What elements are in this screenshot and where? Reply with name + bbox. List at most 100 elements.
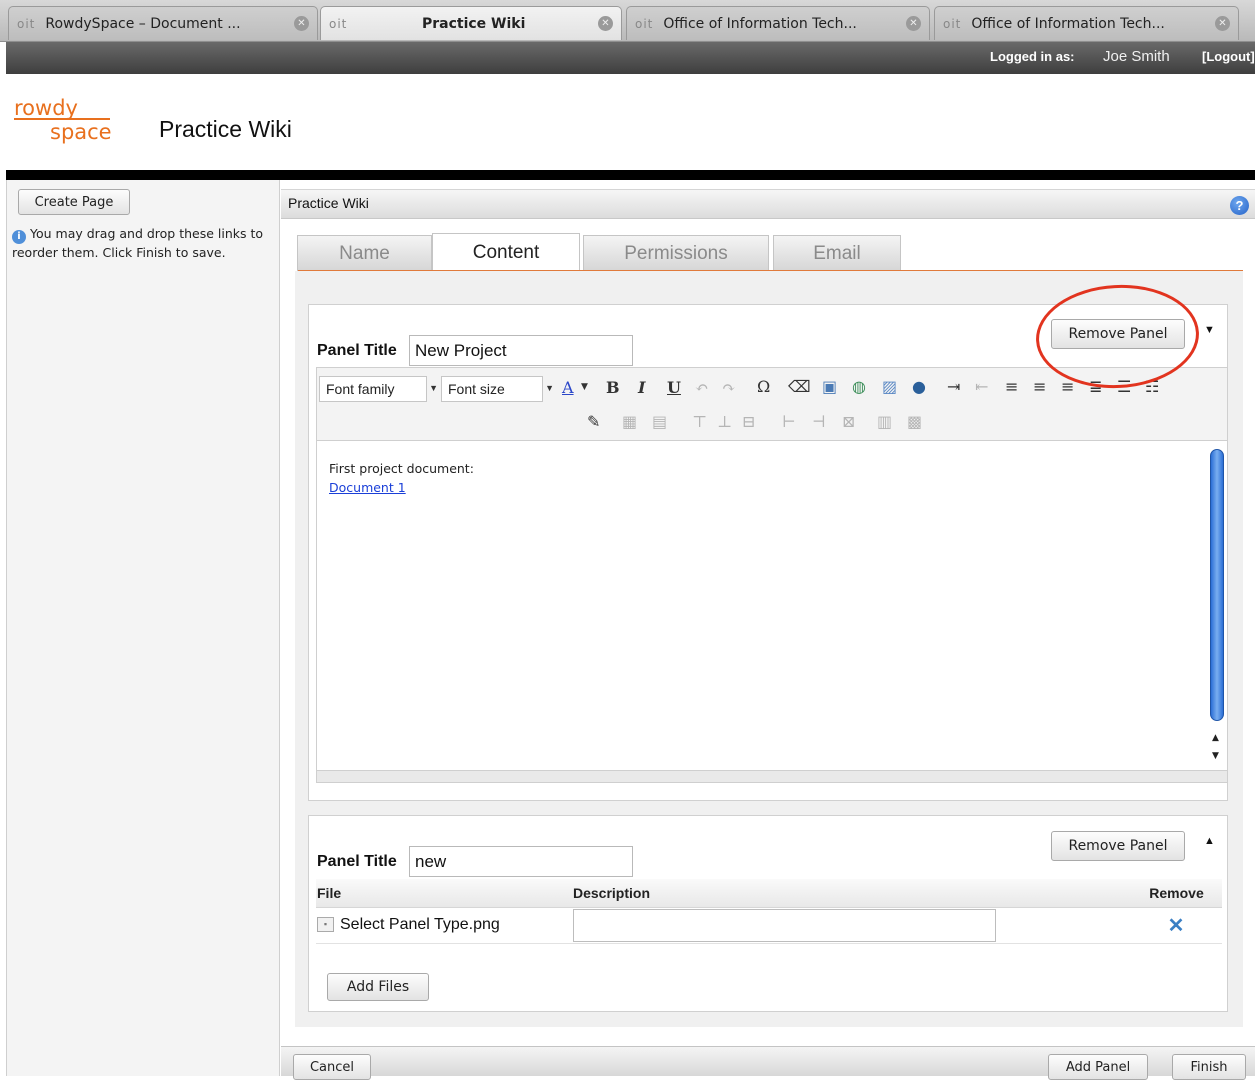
document-link[interactable]: Document 1 [329, 480, 406, 495]
align-center-icon[interactable]: ≡ [1033, 377, 1046, 396]
logo-text-bottom: space [50, 120, 112, 144]
outdent-icon[interactable]: ⇤ [975, 377, 988, 396]
delete-row-icon[interactable]: ⊟ [742, 412, 755, 431]
add-files-button[interactable]: Add Files [327, 973, 429, 1001]
text-color-arrow-icon[interactable]: ▼ [581, 382, 588, 392]
col-after-icon[interactable]: ⊣ [812, 412, 826, 431]
remove-cell: ✕ [1130, 907, 1222, 944]
user-bar: Logged in as: Joe Smith [Logout] [6, 42, 1255, 74]
delete-col-icon[interactable]: ⊠ [842, 412, 855, 431]
rowdyspace-logo[interactable]: rowdy space [14, 96, 112, 146]
image-file-icon: ▪ [317, 917, 334, 932]
align-right-icon[interactable]: ≡ [1061, 377, 1074, 396]
column-header-remove: Remove [1130, 879, 1222, 908]
split-cells-icon[interactable]: ▥ [877, 412, 892, 431]
redo-icon[interactable]: ↷ [722, 378, 735, 397]
header-divider [6, 170, 1255, 180]
browser-tab-oit-2[interactable]: oit Office of Information Tech... ✕ [934, 6, 1239, 40]
remove-panel-button[interactable]: Remove Panel [1051, 319, 1185, 349]
close-tab-icon[interactable]: ✕ [294, 16, 309, 31]
edit-html-icon[interactable]: ✎ [587, 412, 600, 431]
panel-title-input[interactable] [409, 846, 633, 877]
numbered-list-icon[interactable]: ☰ [1117, 377, 1131, 396]
align-justify-icon[interactable]: ≣ [1089, 377, 1102, 396]
close-tab-icon[interactable]: ✕ [598, 16, 613, 31]
col-before-icon[interactable]: ⊢ [782, 412, 796, 431]
file-table: File Description Remove ▪ Select Panel Ty… [316, 879, 1222, 944]
files-panel: Remove Panel ▲ Panel Title File Descript… [308, 815, 1228, 1012]
eraser-icon[interactable]: ⌫ [788, 377, 811, 396]
collapse-arrow-icon[interactable]: ▼ [1204, 324, 1215, 336]
image-icon[interactable]: ▨ [882, 377, 897, 396]
browser-tab-rowdyspace[interactable]: oit RowdySpace – Document ... ✕ [8, 6, 318, 40]
editor-scrollbar[interactable]: ▲ ▼ [1209, 449, 1225, 769]
merge-cells-icon[interactable]: ▩ [907, 412, 922, 431]
find-icon[interactable]: ▣ [822, 377, 837, 396]
italic-icon[interactable]: I [638, 378, 645, 397]
add-panel-button[interactable]: Add Panel [1048, 1054, 1148, 1080]
font-size-select[interactable]: Font size ▼ [441, 376, 554, 402]
panel-title-input[interactable] [409, 335, 633, 366]
site-header: rowdy space Practice Wiki [6, 74, 1255, 174]
file-cell: ▪ Select Panel Type.png [316, 907, 572, 944]
special-character-icon[interactable]: Ω [757, 377, 770, 396]
browser-tab-label: RowdySpace – Document ... [45, 15, 241, 32]
remove-file-icon[interactable]: ✕ [1168, 915, 1185, 937]
tab-email[interactable]: Email [773, 235, 901, 271]
column-header-file: File [316, 879, 572, 908]
close-tab-icon[interactable]: ✕ [906, 16, 921, 31]
rich-text-editor[interactable]: First project document: Document 1 ▲ ▼ [316, 441, 1228, 771]
close-tab-icon[interactable]: ✕ [1215, 16, 1230, 31]
font-family-label: Font family [326, 381, 395, 397]
description-input[interactable] [573, 908, 996, 942]
file-name: Select Panel Type.png [340, 916, 500, 933]
oit-favicon-icon: oit [17, 16, 36, 31]
site-title: Practice Wiki [159, 116, 292, 142]
expand-arrow-icon[interactable]: ▲ [1204, 835, 1215, 847]
table-header-row: File Description Remove [316, 879, 1222, 908]
user-name: Joe Smith [1103, 48, 1170, 65]
finish-button[interactable]: Finish [1172, 1054, 1246, 1080]
text-panel: Remove Panel ▼ Panel Title Font family ▼… [308, 304, 1228, 801]
logged-in-label: Logged in as: [990, 49, 1075, 64]
scrollbar-thumb[interactable] [1210, 449, 1224, 721]
undo-icon[interactable]: ↶ [695, 378, 708, 397]
table-props-icon[interactable]: ▤ [652, 412, 667, 431]
remove-panel-button[interactable]: Remove Panel [1051, 831, 1185, 861]
row-after-icon[interactable]: ⊥ [717, 412, 732, 431]
underline-icon[interactable]: U [667, 378, 681, 397]
panel-title-label: Panel Title [317, 853, 397, 870]
browser-tab-label: Office of Information Tech... [663, 15, 857, 32]
font-family-select[interactable]: Font family ▼ [319, 376, 438, 402]
font-size-label: Font size [448, 381, 505, 397]
tab-permissions[interactable]: Permissions [583, 235, 769, 271]
create-page-button[interactable]: Create Page [18, 189, 130, 215]
align-left-icon[interactable]: ≡ [1005, 377, 1018, 396]
cancel-button[interactable]: Cancel [293, 1054, 371, 1080]
oit-favicon-icon: oit [943, 16, 962, 31]
breadcrumb[interactable]: Practice Wiki [288, 195, 369, 211]
link-icon[interactable]: ◍ [852, 377, 866, 396]
tab-content[interactable]: Content [432, 233, 580, 271]
insert-table-icon[interactable]: ▦ [622, 412, 637, 431]
help-icon[interactable]: ? [1230, 196, 1249, 215]
content-text: First project document: [329, 461, 474, 476]
bold-icon[interactable]: B [606, 378, 620, 397]
browser-tab-label: Office of Information Tech... [971, 15, 1165, 32]
logout-link[interactable]: [Logout] [1202, 49, 1255, 64]
scroll-up-arrow-icon[interactable]: ▲ [1212, 733, 1219, 743]
media-icon[interactable]: ● [912, 377, 926, 396]
row-before-icon[interactable]: ⊤ [692, 412, 707, 431]
browser-tab-oit-1[interactable]: oit Office of Information Tech... ✕ [626, 6, 930, 40]
indent-icon[interactable]: ⇥ [947, 377, 960, 396]
reorder-hint-text: You may drag and drop these links to reo… [12, 226, 264, 260]
scroll-down-arrow-icon[interactable]: ▼ [1212, 751, 1219, 761]
editor-status-bar [316, 771, 1228, 783]
browser-tab-practice-wiki[interactable]: oit Practice Wiki ✕ [320, 6, 622, 40]
bullet-list-icon[interactable]: ☷ [1145, 377, 1159, 396]
text-color-icon[interactable]: A [562, 378, 574, 397]
main-content: Practice Wiki ? Name Content Permissions… [281, 180, 1255, 1080]
breadcrumb-bar: Practice Wiki ? [281, 189, 1255, 219]
tab-name[interactable]: Name [297, 235, 432, 271]
oit-favicon-icon: oit [635, 16, 654, 31]
